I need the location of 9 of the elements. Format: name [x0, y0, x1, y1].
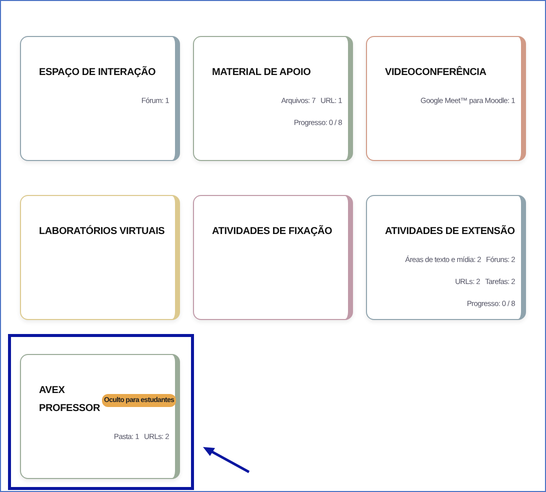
course-card[interactable]: ATIVIDADES DE FIXAÇÃO [193, 195, 353, 320]
course-card[interactable]: LABORATÓRIOS VIRTUAIS [20, 195, 180, 320]
card-title[interactable]: VIDEOCONFERÊNCIA [385, 64, 515, 82]
card-title[interactable]: ATIVIDADES DE EXTENSÃO [385, 223, 515, 241]
card-title[interactable]: ATIVIDADES DE FIXAÇÃO [212, 223, 342, 241]
card-title[interactable]: LABORATÓRIOS VIRTUAIS [39, 223, 169, 241]
card-title[interactable]: ESPAÇO DE INTERAÇÃO [39, 64, 169, 82]
card-title[interactable]: MATERIAL DE APOIO [212, 64, 342, 82]
card-title[interactable]: AVEX PROFESSOR [39, 382, 100, 418]
